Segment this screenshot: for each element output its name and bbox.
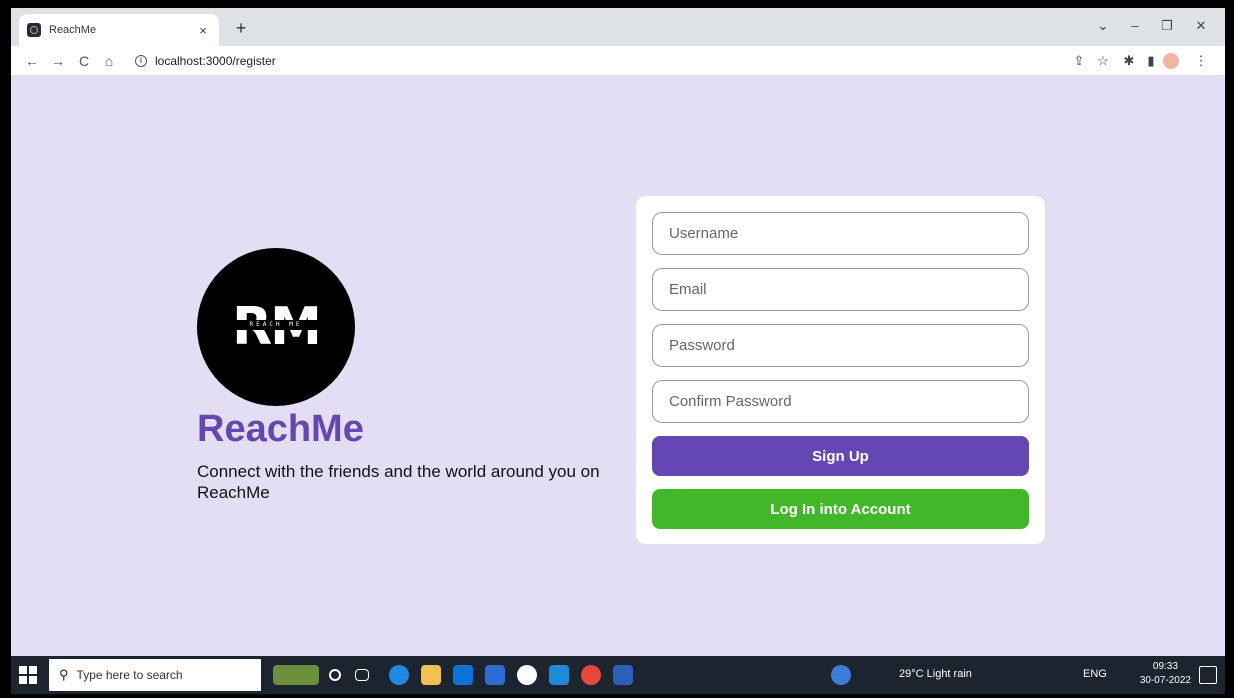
language-indicator[interactable]: ENG: [1083, 668, 1107, 680]
task-view-icon[interactable]: [355, 669, 369, 681]
username-input[interactable]: [652, 212, 1029, 255]
cortana-icon[interactable]: [329, 669, 341, 681]
browser-toolbar: ← → C ⌂ i localhost:3000/register ⇪ ☆ ✱ …: [11, 46, 1225, 76]
logo-band: REACH ME: [225, 320, 327, 330]
home-button[interactable]: ⌂: [98, 50, 120, 72]
site-info-icon[interactable]: i: [135, 55, 147, 67]
address-bar[interactable]: i localhost:3000/register: [127, 49, 1055, 73]
windows-start-icon[interactable]: [19, 666, 37, 684]
extensions-icon[interactable]: ✱: [1119, 51, 1139, 71]
bookmark-star-icon[interactable]: ☆: [1093, 51, 1113, 71]
reachme-logo: RM REACH ME: [197, 248, 355, 406]
github-icon[interactable]: [517, 665, 537, 685]
tab-title: ReachMe: [49, 24, 97, 36]
screen: ReachMe × + ⌄ – ❐ ✕ ← → C ⌂ i localhost:…: [11, 8, 1225, 694]
weather-widget[interactable]: 29°C Light rain: [899, 668, 972, 680]
tagline: Connect with the friends and the world a…: [197, 462, 600, 502]
word-icon[interactable]: [613, 665, 633, 685]
vscode-icon[interactable]: [549, 665, 569, 685]
clock-time: 09:33: [1152, 661, 1178, 672]
taskbar-search[interactable]: ⚲ Type here to search: [49, 659, 261, 691]
profile-avatar[interactable]: [1163, 53, 1179, 69]
store-icon[interactable]: [453, 665, 473, 685]
tab-search-icon[interactable]: ⌄: [1089, 14, 1117, 38]
register-card: Sign Up Log In into Account: [636, 196, 1045, 544]
react-favicon-icon: [27, 23, 41, 37]
taskbar-search-placeholder: Type here to search: [76, 668, 183, 682]
brand-title: ReachMe: [197, 408, 364, 450]
notifications-icon[interactable]: [1199, 666, 1217, 684]
password-input[interactable]: [652, 324, 1029, 367]
dropbox-icon[interactable]: [485, 665, 505, 685]
sign-up-button[interactable]: Sign Up: [652, 436, 1029, 476]
back-button[interactable]: ←: [21, 50, 43, 72]
minimize-button[interactable]: –: [1121, 14, 1149, 38]
reload-button[interactable]: C: [73, 50, 95, 72]
tab-strip: ReachMe × + ⌄ – ❐ ✕: [11, 8, 1225, 46]
email-input[interactable]: [652, 268, 1029, 311]
new-tab-button[interactable]: +: [229, 16, 253, 40]
browser-tab[interactable]: ReachMe ×: [19, 14, 219, 46]
taskbar-clock[interactable]: 09:33 30-07-2022: [1140, 660, 1191, 688]
clock-date: 30-07-2022: [1139, 675, 1191, 686]
restore-button[interactable]: ❐: [1153, 14, 1181, 38]
share-icon[interactable]: ⇪: [1069, 51, 1089, 71]
log-in-button[interactable]: Log In into Account: [652, 489, 1029, 529]
edge-icon[interactable]: [389, 665, 409, 685]
file-explorer-icon[interactable]: [421, 665, 441, 685]
chrome-icon[interactable]: [581, 665, 601, 685]
url-text: localhost:3000/register: [155, 54, 276, 68]
browser-menu-icon[interactable]: ⋮: [1191, 51, 1211, 71]
register-page: RM REACH ME ReachMe Connect with the fri…: [11, 76, 1225, 656]
search-highlight-icon[interactable]: [273, 665, 319, 685]
side-panel-icon[interactable]: ▮: [1141, 51, 1161, 71]
close-window-button[interactable]: ✕: [1187, 14, 1215, 38]
search-icon: ⚲: [59, 667, 69, 682]
windows-taskbar: ⚲ Type here to search 29°C Light rain EN…: [11, 656, 1225, 694]
forward-button[interactable]: →: [47, 50, 69, 72]
confirm-password-input[interactable]: [652, 380, 1029, 423]
help-icon[interactable]: [831, 665, 851, 685]
brand-section: RM REACH ME ReachMe Connect with the fri…: [197, 248, 637, 503]
tab-close-icon[interactable]: ×: [195, 23, 211, 38]
